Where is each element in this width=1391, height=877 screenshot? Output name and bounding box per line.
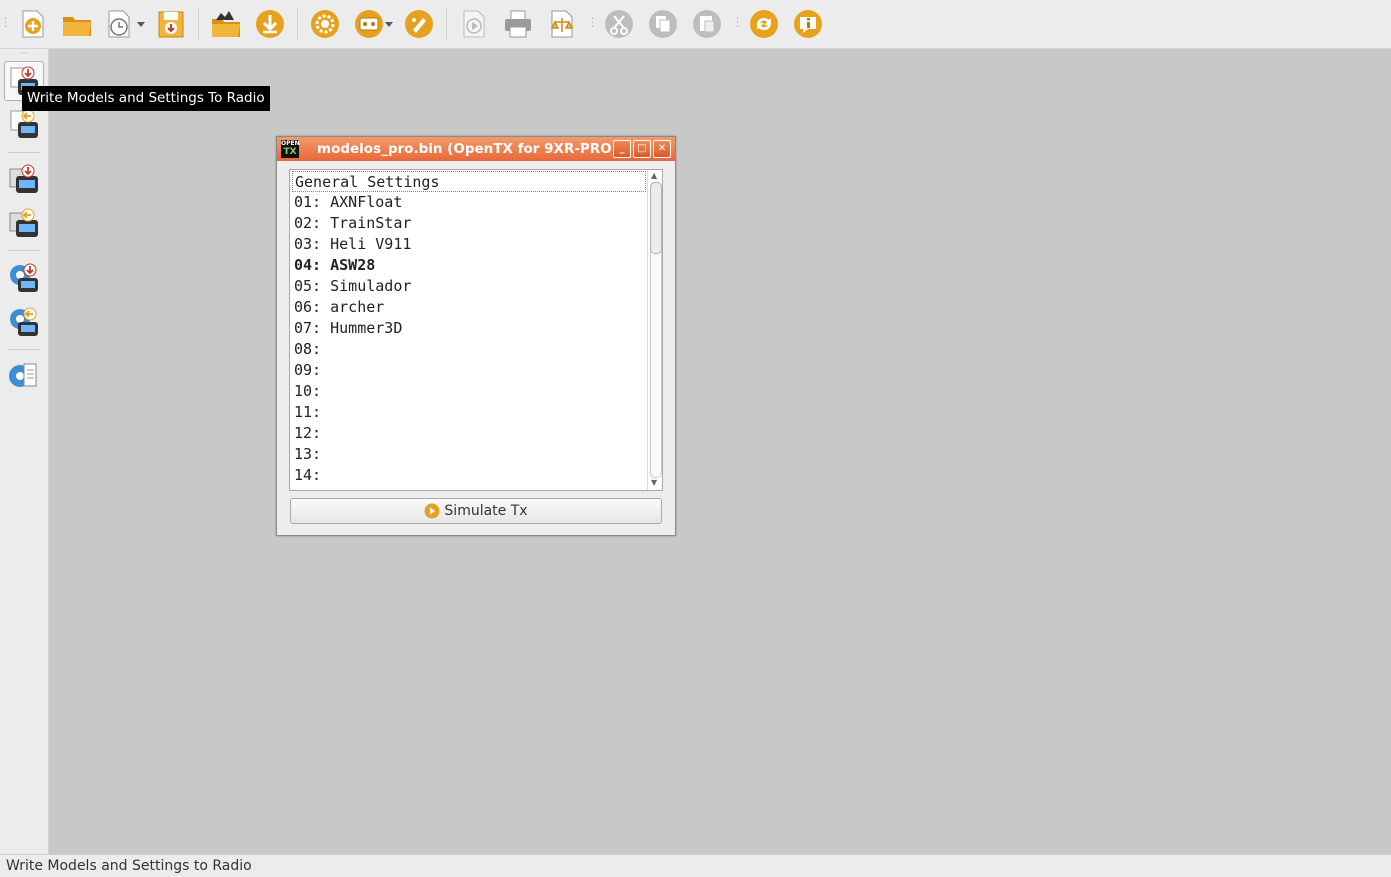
read-firmware-icon: [9, 208, 38, 237]
list-item[interactable]: 07: Hummer3D: [292, 318, 646, 339]
minimize-button[interactable]: _: [613, 140, 631, 158]
copy-button[interactable]: [646, 7, 680, 41]
status-bar: Write Models and Settings to Radio: [0, 854, 1391, 877]
check-updates-icon: [750, 10, 778, 38]
burn-config-button[interactable]: [6, 358, 42, 394]
vertical-scrollbar[interactable]: ▲ ▼: [647, 170, 662, 490]
list-item[interactable]: 12:: [292, 423, 646, 444]
read-models-from-radio-button[interactable]: [6, 106, 42, 142]
check-updates-button[interactable]: [747, 7, 781, 41]
sidebar-separator: [8, 152, 40, 153]
list-item-general-settings[interactable]: General Settings: [292, 171, 646, 192]
save-icon: [158, 11, 184, 38]
list-item[interactable]: 11:: [292, 402, 646, 423]
scroll-up-icon[interactable]: ▲: [651, 171, 657, 180]
cut-icon: [605, 10, 633, 38]
save-button[interactable]: [154, 7, 188, 41]
read-models-from-radio-icon: [10, 109, 38, 138]
simulate-button[interactable]: [457, 7, 491, 41]
list-item-current[interactable]: 04: ASW28: [292, 255, 646, 276]
sidebar-separator: [8, 349, 40, 350]
minimize-icon: _: [619, 143, 625, 154]
close-icon: ✕: [657, 143, 667, 154]
read-eeprom-button[interactable]: [6, 304, 42, 340]
new-button[interactable]: [16, 7, 50, 41]
open-sd-icon: [212, 11, 240, 37]
list-item[interactable]: 05: Simulador: [292, 276, 646, 297]
list-item[interactable]: 01: AXNFloat: [292, 192, 646, 213]
simulate-tx-label: Simulate Tx: [444, 503, 528, 519]
list-item[interactable]: 10:: [292, 381, 646, 402]
read-eeprom-icon: [10, 307, 38, 336]
simulate-icon: [463, 10, 485, 38]
compare-button[interactable]: [545, 7, 579, 41]
list-item[interactable]: 14:: [292, 465, 646, 486]
burn-config-icon: [9, 363, 37, 387]
toolbar-separator: [198, 8, 199, 40]
print-button[interactable]: [501, 7, 535, 41]
toolbar-separator: [446, 8, 447, 40]
cut-button[interactable]: [602, 7, 636, 41]
write-eeprom-icon: [10, 263, 38, 292]
toolbar-grip[interactable]: · · ·: [591, 15, 594, 33]
close-button[interactable]: ✕: [653, 140, 671, 158]
list-item[interactable]: 06: archer: [292, 297, 646, 318]
toolbar-grip[interactable]: · · ·: [736, 15, 739, 33]
about-icon: [794, 10, 822, 38]
write-eeprom-button[interactable]: [6, 260, 42, 296]
list-item[interactable]: 03: Heli V911: [292, 234, 646, 255]
maximize-button[interactable]: □: [633, 140, 651, 158]
list-item[interactable]: 02: TrainStar: [292, 213, 646, 234]
scroll-down-icon[interactable]: ▼: [651, 478, 657, 487]
customize-icon: [405, 10, 433, 38]
sidebar-separator: [8, 250, 40, 251]
read-firmware-button[interactable]: [6, 205, 42, 241]
profile-button[interactable]: [352, 7, 386, 41]
list-item[interactable]: 08:: [292, 339, 646, 360]
write-firmware-button[interactable]: [6, 161, 42, 197]
about-button[interactable]: [791, 7, 825, 41]
simulate-tx-button[interactable]: Simulate Tx: [290, 498, 662, 524]
print-icon: [505, 10, 531, 38]
model-window: OPEN TX modelos_pro.bin (OpenTX for 9XR-…: [276, 136, 676, 536]
preferences-button[interactable]: [308, 7, 342, 41]
tooltip: Write Models and Settings To Radio: [22, 86, 270, 111]
paste-button[interactable]: [690, 7, 724, 41]
recent-files-icon: [108, 10, 130, 38]
preferences-icon: [311, 10, 339, 38]
recent-files-dropdown-icon[interactable]: [137, 22, 145, 27]
play-icon: [424, 503, 440, 519]
list-item[interactable]: 13:: [292, 444, 646, 465]
download-icon: [256, 10, 284, 38]
download-button[interactable]: [253, 7, 287, 41]
recent-files-button[interactable]: [104, 7, 138, 41]
write-firmware-icon: [9, 164, 38, 193]
profile-icon: [355, 10, 383, 38]
maximize-icon: □: [637, 143, 647, 154]
window-titlebar[interactable]: OPEN TX modelos_pro.bin (OpenTX for 9XR-…: [277, 137, 675, 161]
window-title: modelos_pro.bin (OpenTX for 9XR-PRO): [317, 141, 618, 157]
opentx-logo-icon: OPEN TX: [281, 140, 300, 158]
profile-dropdown-icon[interactable]: [385, 22, 393, 27]
sidebar-grip[interactable]: ····: [19, 50, 29, 58]
model-list[interactable]: General Settings 01: AXNFloat 02: TrainS…: [289, 169, 663, 491]
paste-icon: [693, 10, 721, 38]
radio-toolbar: ····: [0, 49, 49, 854]
list-item[interactable]: 09:: [292, 360, 646, 381]
toolbar-grip[interactable]: · · ·: [4, 15, 7, 33]
scroll-thumb[interactable]: [650, 182, 662, 254]
open-sd-button[interactable]: [209, 7, 243, 41]
new-icon: [22, 10, 44, 38]
status-text: Write Models and Settings to Radio: [6, 858, 252, 874]
copy-icon: [649, 10, 677, 38]
customize-button[interactable]: [402, 7, 436, 41]
compare-icon: [550, 10, 574, 38]
open-icon: [63, 17, 91, 36]
open-button[interactable]: [60, 7, 94, 41]
toolbar-separator: [297, 8, 298, 40]
main-toolbar: · · · · · · · · ·: [0, 0, 1391, 49]
